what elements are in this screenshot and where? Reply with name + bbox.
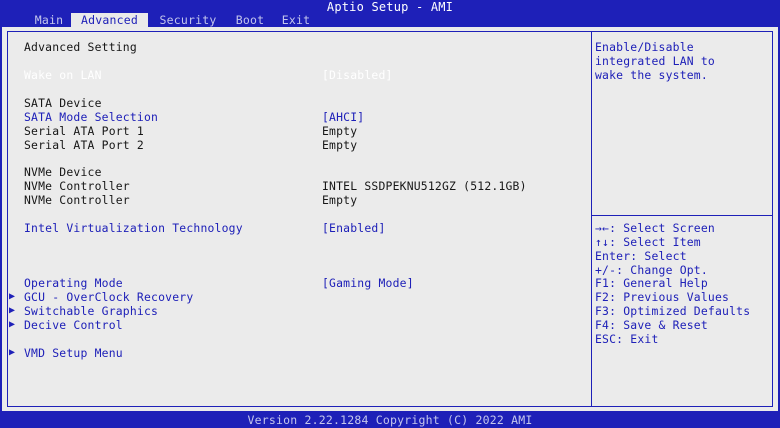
key-help-line: F2: Previous Values — [595, 290, 730, 304]
content-frame: Advanced Setting Wake on LAN [Disabled] … — [7, 31, 773, 407]
help-divider — [592, 215, 772, 216]
nvme-header-row: NVMe Device — [8, 165, 588, 179]
selection-highlight — [22, 68, 582, 82]
info-label: NVMe Controller — [24, 193, 130, 207]
info-value: INTEL SSDPEKNU512GZ (512.1GB) — [322, 179, 527, 193]
tab-bar: Main Advanced Security Boot Exit — [0, 13, 780, 27]
info-nvme-controller-1: NVMe Controller INTEL SSDPEKNU512GZ (512… — [8, 179, 588, 193]
setting-sata-mode[interactable]: SATA Mode Selection [AHCI] — [8, 110, 588, 124]
info-value: Empty — [322, 138, 358, 152]
version-footer: Version 2.22.1284 Copyright (C) 2022 AMI — [247, 413, 533, 427]
submenu-arrow-icon: ▶ — [9, 291, 16, 302]
key-help-line: Enter: Select — [595, 249, 687, 263]
tab-advanced[interactable]: Advanced — [71, 13, 148, 27]
tab-boot[interactable]: Boot — [228, 13, 272, 27]
info-sata-port-2: Serial ATA Port 2 Empty — [8, 138, 588, 152]
setting-label: Wake on LAN — [24, 68, 102, 82]
setting-virtualization[interactable]: Intel Virtualization Technology [Enabled… — [8, 221, 588, 235]
setting-operating-mode[interactable]: Operating Mode [Gaming Mode] — [8, 276, 588, 290]
info-value: Empty — [322, 193, 358, 207]
column-divider — [591, 32, 592, 406]
submenu-arrow-icon: ▶ — [9, 305, 16, 316]
key-help-line: F3: Optimized Defaults — [595, 304, 751, 318]
key-help-line: F4: Save & Reset — [595, 318, 708, 332]
tab-main[interactable]: Main — [27, 13, 71, 27]
key-help-line: ESC: Exit — [595, 332, 659, 346]
info-label: Serial ATA Port 2 — [24, 138, 144, 152]
info-value: Empty — [322, 124, 358, 138]
setting-label: Operating Mode — [24, 276, 123, 290]
submenu-arrow-icon: ▶ — [9, 347, 16, 358]
setting-label: Intel Virtualization Technology — [24, 221, 243, 235]
submenu-label: Decive Control — [24, 318, 123, 332]
help-line: Enable/Disable — [595, 40, 694, 54]
setting-label: SATA Mode Selection — [24, 110, 159, 124]
submenu-arrow-icon: ▶ — [9, 319, 16, 330]
info-label: NVMe Controller — [24, 179, 130, 193]
submenu-gcu-overclock-recovery[interactable]: ▶ GCU - OverClock Recovery — [8, 290, 588, 304]
setting-value[interactable]: [AHCI] — [322, 110, 364, 124]
tab-security[interactable]: Security — [150, 13, 226, 27]
group-header: NVMe Device — [24, 165, 102, 179]
info-label: Serial ATA Port 1 — [24, 124, 144, 138]
key-help-line: F1: General Help — [595, 276, 708, 290]
group-header: SATA Device — [24, 96, 102, 110]
key-help-line: +/-: Change Opt. — [595, 263, 708, 277]
sata-header-row: SATA Device — [8, 96, 588, 110]
submenu-device-control[interactable]: ▶ Decive Control — [8, 318, 588, 332]
key-help-line: ↑↓: Select Item — [595, 235, 701, 249]
window-title: Aptio Setup - AMI — [326, 0, 454, 14]
info-sata-port-1: Serial ATA Port 1 Empty — [8, 124, 588, 138]
key-help-line: →←: Select Screen — [595, 221, 715, 235]
setting-value[interactable]: [Gaming Mode] — [322, 276, 414, 290]
setting-value[interactable]: [Enabled] — [322, 221, 386, 235]
submenu-label: Switchable Graphics — [24, 304, 159, 318]
submenu-vmd-setup[interactable]: ▶ VMD Setup Menu — [8, 346, 588, 360]
help-line: wake the system. — [595, 68, 708, 82]
help-line: integrated LAN to — [595, 54, 715, 68]
submenu-label: GCU - OverClock Recovery — [24, 290, 194, 304]
setup-panel: Advanced Setting Wake on LAN [Disabled] … — [2, 27, 778, 411]
setting-value[interactable]: [Disabled] — [322, 68, 393, 82]
submenu-switchable-graphics[interactable]: ▶ Switchable Graphics — [8, 304, 588, 318]
info-nvme-controller-2: NVMe Controller Empty — [8, 193, 588, 207]
section-title-row: Advanced Setting — [8, 40, 588, 54]
setting-wake-on-lan[interactable]: Wake on LAN [Disabled] — [8, 68, 588, 82]
submenu-label: VMD Setup Menu — [24, 346, 123, 360]
section-title: Advanced Setting — [24, 40, 137, 54]
tab-exit[interactable]: Exit — [274, 13, 318, 27]
